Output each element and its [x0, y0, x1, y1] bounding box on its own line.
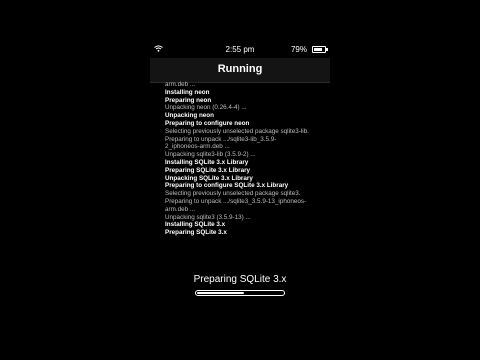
log-line: Preparing neon — [165, 96, 212, 104]
log-line: arm.deb ... — [165, 205, 196, 213]
install-log[interactable]: arm.deb ... Installing neon Preparing neon… — [165, 81, 327, 301]
log-line: Unpacking SQLite 3.x Library — [165, 174, 253, 182]
battery-percent: 79% — [290, 45, 307, 54]
battery-level — [314, 48, 322, 51]
log-line: Installing neon — [165, 88, 210, 96]
progress-label: Preparing SQLite 3.x — [193, 274, 287, 285]
log-line: Installing SQLite 3.x Library — [165, 158, 249, 166]
status-bar: 2:55 pm 79% — [150, 42, 330, 58]
progress-bar — [195, 290, 285, 296]
log-line: Unpacking neon (0.26.4-4) ... — [165, 104, 247, 112]
log-line: Unpacking sqlite3 (3.5.9-13) ... — [165, 213, 251, 221]
page-title: Running — [217, 63, 263, 75]
log-line: Unpacking sqlite3-lib (3.5.9-2) ... — [165, 151, 256, 159]
log-line: Preparing to configure SQLite 3.x Librar… — [165, 182, 289, 190]
progress-fill — [197, 292, 244, 294]
battery-icon — [312, 46, 328, 53]
log-line: arm.deb ... — [165, 81, 196, 88]
log-line: Selecting previously unselected package … — [165, 127, 309, 135]
phone-screen: 2:55 pm 79% Running arm.deb ... Installin… — [150, 42, 330, 360]
log-line: Unpacking neon — [165, 112, 214, 120]
log-line: Preparing to unpack .../sqlite3_3.5.9-13… — [165, 197, 307, 205]
log-line: Preparing SQLite 3.x Library — [165, 166, 251, 174]
log-line: Preparing SQLite 3.x — [165, 229, 227, 237]
log-line: Preparing to unpack .../sqlite3-lib_3.5.… — [165, 135, 277, 143]
log-line: 2_iphoneos-arm.deb ... — [165, 143, 230, 151]
navigation-bar: Running — [150, 58, 330, 83]
log-line: Installing SQLite 3.x — [165, 221, 226, 229]
log-line: Selecting previously unselected package … — [165, 190, 301, 198]
log-line: Preparing to configure neon — [165, 119, 250, 127]
